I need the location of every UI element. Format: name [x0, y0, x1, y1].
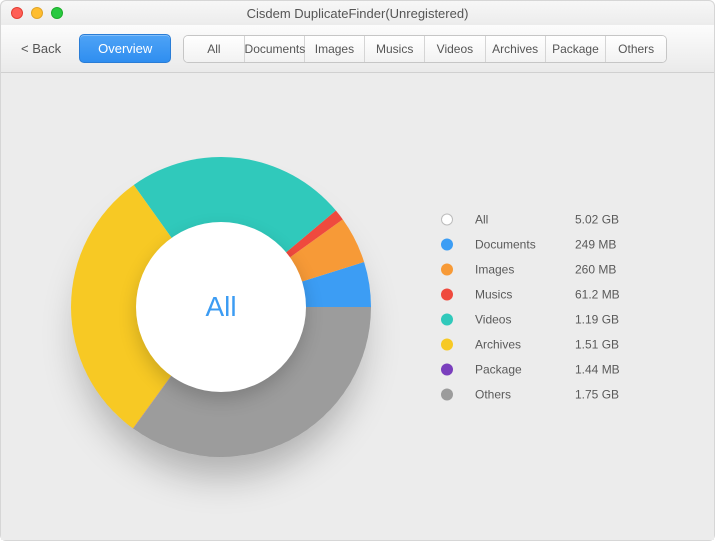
legend-size: 1.75 GB: [575, 387, 645, 401]
tab-videos[interactable]: Videos: [425, 36, 485, 62]
legend-size: 61.2 MB: [575, 287, 645, 301]
legend-name: All: [475, 212, 575, 226]
legend-row-archives: Archives1.51 GB: [441, 337, 645, 351]
toolbar: < Back Overview AllDocumentsImagesMusics…: [1, 25, 714, 73]
legend-row-others: Others1.75 GB: [441, 387, 645, 401]
legend-size: 1.51 GB: [575, 337, 645, 351]
legend-dot-icon: [441, 288, 453, 300]
legend-row-images: Images260 MB: [441, 262, 645, 276]
tab-others[interactable]: Others: [606, 36, 666, 62]
tab-documents[interactable]: Documents: [245, 36, 305, 62]
titlebar: Cisdem DuplicateFinder(Unregistered): [1, 1, 714, 25]
legend-dot-icon: [441, 363, 453, 375]
app-window: Cisdem DuplicateFinder(Unregistered) < B…: [0, 0, 715, 541]
content-area: All All5.02 GBDocuments249 MBImages260 M…: [1, 73, 714, 540]
legend-name: Archives: [475, 337, 575, 351]
legend-dot-icon: [441, 313, 453, 325]
legend-name: Musics: [475, 287, 575, 301]
window-title: Cisdem DuplicateFinder(Unregistered): [1, 6, 714, 21]
category-tabs: AllDocumentsImagesMusicsVideosArchivesPa…: [183, 35, 667, 63]
tab-package[interactable]: Package: [546, 36, 606, 62]
legend-size: 260 MB: [575, 262, 645, 276]
legend-row-documents: Documents249 MB: [441, 237, 645, 251]
legend-name: Others: [475, 387, 575, 401]
close-icon[interactable]: [11, 7, 23, 19]
legend-dot-icon: [441, 213, 453, 225]
tab-images[interactable]: Images: [305, 36, 365, 62]
legend-name: Package: [475, 362, 575, 376]
legend-dot-icon: [441, 238, 453, 250]
legend-size: 249 MB: [575, 237, 645, 251]
legend-dot-icon: [441, 388, 453, 400]
legend-size: 5.02 GB: [575, 212, 645, 226]
legend-row-musics: Musics61.2 MB: [441, 287, 645, 301]
legend-row-videos: Videos1.19 GB: [441, 312, 645, 326]
legend-size: 1.19 GB: [575, 312, 645, 326]
window-controls: [11, 7, 63, 19]
back-button[interactable]: < Back: [15, 37, 67, 60]
legend-dot-icon: [441, 263, 453, 275]
chart-center-label: All: [136, 222, 306, 392]
zoom-icon[interactable]: [51, 7, 63, 19]
legend-name: Documents: [475, 237, 575, 251]
legend-row-all: All5.02 GB: [441, 212, 645, 226]
legend-name: Images: [475, 262, 575, 276]
legend-size: 1.44 MB: [575, 362, 645, 376]
legend: All5.02 GBDocuments249 MBImages260 MBMus…: [441, 212, 645, 401]
tab-archives[interactable]: Archives: [486, 36, 546, 62]
legend-name: Videos: [475, 312, 575, 326]
tab-all[interactable]: All: [184, 36, 244, 62]
overview-button[interactable]: Overview: [79, 34, 171, 63]
minimize-icon[interactable]: [31, 7, 43, 19]
pie-chart: All: [71, 157, 371, 457]
legend-dot-icon: [441, 338, 453, 350]
legend-row-package: Package1.44 MB: [441, 362, 645, 376]
tab-musics[interactable]: Musics: [365, 36, 425, 62]
